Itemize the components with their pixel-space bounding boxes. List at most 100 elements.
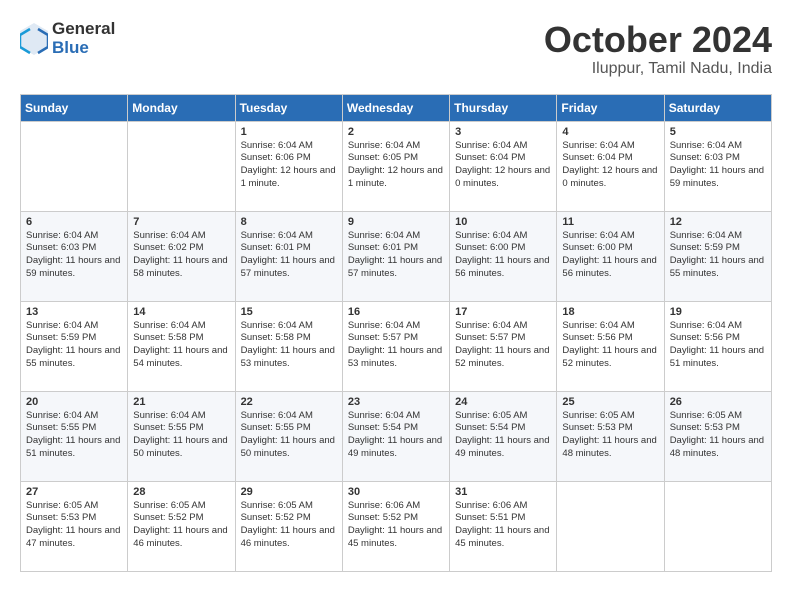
daylight-label: Daylight: 11 hours and 59 minutes.	[26, 255, 120, 279]
calendar-cell: 5 Sunrise: 6:04 AM Sunset: 6:03 PM Dayli…	[664, 121, 771, 211]
cell-info: Sunrise: 6:04 AM Sunset: 5:55 PM Dayligh…	[241, 410, 337, 461]
sunset-label: Sunset: 5:53 PM	[562, 422, 632, 433]
calendar-cell: 16 Sunrise: 6:04 AM Sunset: 5:57 PM Dayl…	[342, 301, 449, 391]
cell-info: Sunrise: 6:05 AM Sunset: 5:54 PM Dayligh…	[455, 410, 551, 461]
sunrise-label: Sunrise: 6:04 AM	[241, 410, 313, 421]
cell-info: Sunrise: 6:04 AM Sunset: 6:06 PM Dayligh…	[241, 140, 337, 191]
day-number: 8	[241, 216, 337, 228]
daylight-label: Daylight: 11 hours and 57 minutes.	[241, 255, 335, 279]
calendar-cell: 18 Sunrise: 6:04 AM Sunset: 5:56 PM Dayl…	[557, 301, 664, 391]
day-number: 23	[348, 396, 444, 408]
sunrise-label: Sunrise: 6:05 AM	[26, 500, 98, 511]
cell-info: Sunrise: 6:04 AM Sunset: 6:00 PM Dayligh…	[455, 230, 551, 281]
cell-info: Sunrise: 6:04 AM Sunset: 5:58 PM Dayligh…	[133, 320, 229, 371]
cell-info: Sunrise: 6:04 AM Sunset: 6:00 PM Dayligh…	[562, 230, 658, 281]
sunset-label: Sunset: 5:55 PM	[241, 422, 311, 433]
day-number: 14	[133, 306, 229, 318]
cell-info: Sunrise: 6:04 AM Sunset: 5:57 PM Dayligh…	[348, 320, 444, 371]
sunset-label: Sunset: 6:05 PM	[348, 152, 418, 163]
day-number: 7	[133, 216, 229, 228]
day-number: 21	[133, 396, 229, 408]
day-number: 12	[670, 216, 766, 228]
day-number: 26	[670, 396, 766, 408]
calendar-cell: 29 Sunrise: 6:05 AM Sunset: 5:52 PM Dayl…	[235, 481, 342, 571]
calendar-cell: 9 Sunrise: 6:04 AM Sunset: 6:01 PM Dayli…	[342, 211, 449, 301]
daylight-label: Daylight: 11 hours and 54 minutes.	[133, 345, 227, 369]
cell-info: Sunrise: 6:04 AM Sunset: 6:01 PM Dayligh…	[348, 230, 444, 281]
sunrise-label: Sunrise: 6:04 AM	[348, 230, 420, 241]
sunset-label: Sunset: 6:03 PM	[26, 242, 96, 253]
day-number: 16	[348, 306, 444, 318]
sunset-label: Sunset: 6:00 PM	[562, 242, 632, 253]
calendar-cell: 2 Sunrise: 6:04 AM Sunset: 6:05 PM Dayli…	[342, 121, 449, 211]
logo-text: General Blue	[52, 20, 115, 57]
month-title: October 2024	[544, 20, 772, 60]
sunset-label: Sunset: 5:52 PM	[348, 512, 418, 523]
calendar-cell: 27 Sunrise: 6:05 AM Sunset: 5:53 PM Dayl…	[21, 481, 128, 571]
col-saturday: Saturday	[664, 94, 771, 121]
sunset-label: Sunset: 5:58 PM	[241, 332, 311, 343]
day-number: 22	[241, 396, 337, 408]
sunset-label: Sunset: 5:54 PM	[455, 422, 525, 433]
sunset-label: Sunset: 6:01 PM	[348, 242, 418, 253]
calendar-cell: 21 Sunrise: 6:04 AM Sunset: 5:55 PM Dayl…	[128, 391, 235, 481]
day-number: 29	[241, 486, 337, 498]
calendar-cell: 20 Sunrise: 6:04 AM Sunset: 5:55 PM Dayl…	[21, 391, 128, 481]
location-text: Iluppur, Tamil Nadu, India	[544, 60, 772, 78]
day-number: 27	[26, 486, 122, 498]
cell-info: Sunrise: 6:04 AM Sunset: 6:02 PM Dayligh…	[133, 230, 229, 281]
daylight-label: Daylight: 12 hours and 0 minutes.	[455, 165, 550, 189]
cell-info: Sunrise: 6:04 AM Sunset: 5:56 PM Dayligh…	[562, 320, 658, 371]
day-number: 4	[562, 126, 658, 138]
daylight-label: Daylight: 11 hours and 45 minutes.	[348, 525, 442, 549]
week-row-4: 20 Sunrise: 6:04 AM Sunset: 5:55 PM Dayl…	[21, 391, 772, 481]
title-block: October 2024 Iluppur, Tamil Nadu, India	[544, 20, 772, 78]
col-thursday: Thursday	[450, 94, 557, 121]
day-number: 17	[455, 306, 551, 318]
cell-info: Sunrise: 6:06 AM Sunset: 5:52 PM Dayligh…	[348, 500, 444, 551]
day-number: 5	[670, 126, 766, 138]
day-number: 6	[26, 216, 122, 228]
daylight-label: Daylight: 12 hours and 1 minute.	[348, 165, 443, 189]
calendar-cell	[557, 481, 664, 571]
daylight-label: Daylight: 11 hours and 48 minutes.	[562, 435, 656, 459]
cell-info: Sunrise: 6:04 AM Sunset: 5:59 PM Dayligh…	[26, 320, 122, 371]
sunset-label: Sunset: 6:03 PM	[670, 152, 740, 163]
day-number: 15	[241, 306, 337, 318]
sunrise-label: Sunrise: 6:04 AM	[133, 320, 205, 331]
sunset-label: Sunset: 6:01 PM	[241, 242, 311, 253]
daylight-label: Daylight: 11 hours and 55 minutes.	[26, 345, 120, 369]
sunrise-label: Sunrise: 6:04 AM	[241, 320, 313, 331]
day-number: 2	[348, 126, 444, 138]
sunrise-label: Sunrise: 6:04 AM	[133, 410, 205, 421]
daylight-label: Daylight: 11 hours and 50 minutes.	[133, 435, 227, 459]
day-number: 9	[348, 216, 444, 228]
cell-info: Sunrise: 6:06 AM Sunset: 5:51 PM Dayligh…	[455, 500, 551, 551]
day-number: 25	[562, 396, 658, 408]
daylight-label: Daylight: 11 hours and 50 minutes.	[241, 435, 335, 459]
col-sunday: Sunday	[21, 94, 128, 121]
calendar-cell: 22 Sunrise: 6:04 AM Sunset: 5:55 PM Dayl…	[235, 391, 342, 481]
calendar-cell: 11 Sunrise: 6:04 AM Sunset: 6:00 PM Dayl…	[557, 211, 664, 301]
cell-info: Sunrise: 6:04 AM Sunset: 6:03 PM Dayligh…	[670, 140, 766, 191]
sunset-label: Sunset: 6:00 PM	[455, 242, 525, 253]
calendar-cell	[128, 121, 235, 211]
daylight-label: Daylight: 11 hours and 52 minutes.	[455, 345, 549, 369]
sunset-label: Sunset: 5:54 PM	[348, 422, 418, 433]
daylight-label: Daylight: 11 hours and 55 minutes.	[670, 255, 764, 279]
sunrise-label: Sunrise: 6:04 AM	[241, 140, 313, 151]
sunrise-label: Sunrise: 6:05 AM	[455, 410, 527, 421]
daylight-label: Daylight: 11 hours and 52 minutes.	[562, 345, 656, 369]
cell-info: Sunrise: 6:04 AM Sunset: 5:54 PM Dayligh…	[348, 410, 444, 461]
cell-info: Sunrise: 6:04 AM Sunset: 6:04 PM Dayligh…	[562, 140, 658, 191]
sunset-label: Sunset: 5:52 PM	[241, 512, 311, 523]
logo-blue-text: Blue	[52, 39, 115, 58]
sunset-label: Sunset: 5:52 PM	[133, 512, 203, 523]
cell-info: Sunrise: 6:04 AM Sunset: 6:05 PM Dayligh…	[348, 140, 444, 191]
calendar-cell: 8 Sunrise: 6:04 AM Sunset: 6:01 PM Dayli…	[235, 211, 342, 301]
day-number: 19	[670, 306, 766, 318]
sunset-label: Sunset: 6:04 PM	[455, 152, 525, 163]
calendar-cell: 6 Sunrise: 6:04 AM Sunset: 6:03 PM Dayli…	[21, 211, 128, 301]
calendar-cell: 14 Sunrise: 6:04 AM Sunset: 5:58 PM Dayl…	[128, 301, 235, 391]
cell-info: Sunrise: 6:04 AM Sunset: 5:57 PM Dayligh…	[455, 320, 551, 371]
